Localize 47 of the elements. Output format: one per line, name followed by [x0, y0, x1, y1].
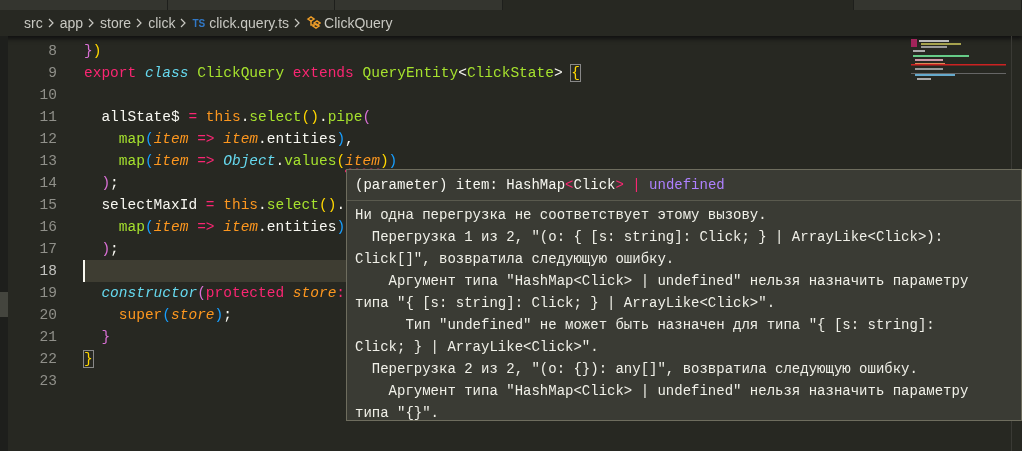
line-number: 19	[38, 284, 57, 303]
error-message-line: Перегрузка 2 из 2, "(o: {}): any[]", возвратила следующую ошибку.	[370, 360, 918, 379]
line-number: 16	[38, 218, 57, 237]
line-number: 14	[38, 174, 57, 193]
line-number: 8	[47, 42, 57, 61]
line-number: 17	[38, 240, 57, 259]
error-message-line: Ни одна перегрузка не соответствует этому вызову.	[355, 206, 767, 225]
scrollbar-thumb[interactable]	[0, 292, 8, 317]
line-number: 10	[38, 86, 57, 105]
code-line: export class ClickQuery extends QueryEntity<ClickState> {	[83, 64, 581, 83]
breadcrumb-item[interactable]: store	[100, 15, 132, 31]
code-line: super(store);	[117, 306, 232, 325]
line-number: 9	[47, 64, 57, 83]
breadcrumb-item[interactable]: click	[148, 15, 176, 31]
chevron-icon	[46, 18, 56, 28]
code-line: map(item => item.entities),	[117, 130, 354, 149]
error-message-line: Click; } | ArrayLike<Click>".	[355, 338, 599, 357]
class-icon	[306, 16, 322, 30]
code-line: }	[83, 350, 93, 369]
code-line: allState$ = this.select().pipe(	[100, 108, 372, 127]
type-signature: (parameter) item: HashMap<Click> | undefined	[347, 170, 1021, 201]
line-number: 13	[38, 152, 57, 171]
code-line: map(item => Object.values(item))	[117, 152, 398, 171]
line-number: 11	[38, 108, 57, 127]
code-line: }	[100, 328, 111, 347]
code-line: })	[83, 42, 102, 61]
breadcrumb-item[interactable]: app	[59, 15, 84, 31]
line-number: 15	[38, 196, 57, 215]
breadcrumb-item[interactable]: click.query.ts	[209, 15, 290, 31]
error-message-line: Тип "undefined" не может быть назначен для типа "{ [s: string]:	[404, 316, 935, 335]
line-number: 12	[38, 130, 57, 149]
code-line: );	[100, 174, 119, 193]
error-message-line: Аргумент типа "HashMap<Click> | undefined" нельзя назначить параметру	[387, 382, 969, 401]
line-number: 21	[38, 328, 57, 347]
code-line: );	[100, 240, 119, 259]
error-message-line: типа "{}".	[355, 404, 439, 420]
error-message-line: Аргумент типа "HashMap<Click> | undefined" нельзя назначить параметру	[387, 272, 969, 291]
line-number: 20	[38, 306, 57, 325]
error-message-line: типа "{ [s: string]: Click; } | ArrayLike<Click>".	[355, 294, 776, 313]
line-number: 23	[38, 372, 57, 391]
typescript-file-icon: TS	[192, 17, 206, 29]
line-number: 22	[38, 350, 57, 369]
breadcrumb-item[interactable]: ClickQuery	[324, 15, 393, 31]
error-message-line: Перегрузка 1 из 2, "(o: { [s: string]: Click; } | ArrayLike<Click>):	[370, 228, 944, 247]
breadcrumb-item[interactable]: src	[24, 15, 43, 31]
error-message-line: Click[]", возвратила следующую ошибку.	[355, 250, 675, 269]
line-number: 18	[38, 262, 57, 281]
